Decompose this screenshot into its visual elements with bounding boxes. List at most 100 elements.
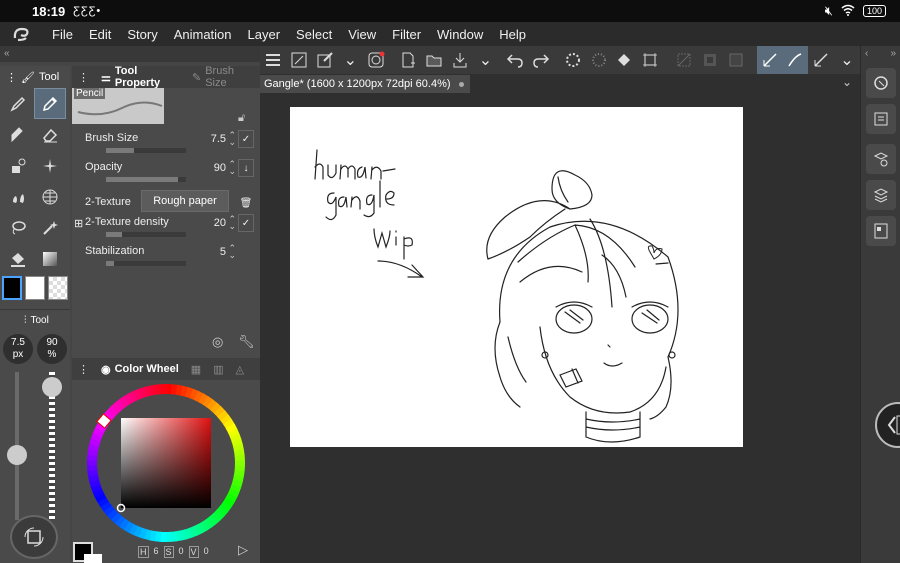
tab-tool-property[interactable]: ⚌ Tool Property [95,65,186,89]
menu-dots-icon[interactable]: ⋮ [72,71,95,84]
gradient-tool-icon[interactable] [34,243,66,274]
brush-size-bubble[interactable]: 7.5 px [3,334,33,364]
menu-layer[interactable]: Layer [240,27,289,42]
transform-button[interactable] [10,515,58,559]
trash-icon[interactable]: 🗑︎ [238,194,254,212]
edge-panel-handle[interactable] [875,402,900,448]
sub-color-swatch[interactable] [25,276,45,300]
menu-dots-icon[interactable]: ⋮ [72,363,95,376]
save-icon[interactable] [447,46,473,74]
new-file-icon[interactable] [395,46,421,74]
material-icon[interactable] [865,216,896,246]
marker-tool-icon[interactable] [2,119,34,150]
canvas-paper[interactable] [290,107,743,447]
eraser-tool-icon[interactable] [34,119,66,150]
tab-intermediate-icon[interactable]: ▥ [207,363,229,376]
lock-icon[interactable]: 🔓︎ [238,112,245,125]
main-color-swatch[interactable] [2,276,22,300]
menu-animation[interactable]: Animation [166,27,240,42]
lasso-tool-icon[interactable] [2,212,34,243]
transform-icon[interactable] [637,46,663,74]
menu-select[interactable]: Select [288,27,340,42]
stabilization-slider[interactable] [106,261,186,266]
menu-dots-icon[interactable]: ⋮ [6,71,17,84]
texture-density-slider[interactable] [106,232,186,237]
grid-snap-icon[interactable] [808,46,834,74]
app-logo-icon[interactable] [0,26,44,42]
menu-filter[interactable]: Filter [384,27,429,42]
fill-tool-icon[interactable] [2,181,34,212]
pen-snap-icon[interactable] [782,46,809,74]
spinner-icon[interactable]: ⌃ ⌄ [228,131,236,147]
brush-preview[interactable]: Pencil [72,88,164,124]
pencil-tool-icon[interactable] [34,88,66,119]
chevron-down-icon[interactable]: ⌄ [473,46,499,74]
selection-box-icon[interactable] [723,46,749,74]
pressure-toggle-icon[interactable]: ✓ [238,130,254,148]
companion-icon[interactable] [363,46,389,74]
current-sub-color[interactable] [84,554,102,563]
edit-canvas-icon[interactable] [312,46,338,74]
tab-color-wheel[interactable]: ◉ Color Wheel [95,363,185,376]
color-wheel[interactable] [72,382,260,552]
stabilization-row[interactable]: Stabilization 5 ⌃ ⌄ [76,244,258,273]
play-icon[interactable]: ▷ [238,542,248,558]
spinner-icon[interactable]: ⌃ ⌄ [228,215,236,231]
sparkle-tool-icon[interactable] [34,150,66,181]
spinner-icon[interactable]: ⌃ ⌄ [228,244,236,260]
menu-edit[interactable]: Edit [81,27,119,42]
fill-icon[interactable] [612,46,638,74]
pen-tool-icon[interactable] [2,88,34,119]
tab-approx-icon[interactable]: ◬ [230,363,250,376]
size-slider-knob[interactable] [7,445,27,465]
snap-ring-icon[interactable] [586,46,612,74]
wrench-icon[interactable]: 🔧︎ [238,334,255,350]
opacity-slider[interactable] [106,177,186,182]
loading-icon[interactable] [560,46,586,74]
magic-wand-icon[interactable] [34,212,66,243]
download-icon[interactable]: ↓ [238,159,254,177]
hamburger-icon[interactable] [260,46,286,74]
grid-tool-icon[interactable] [34,181,66,212]
tab-brush-size-label: Brush Size [205,65,234,89]
expand-icon[interactable]: ⊞ [74,217,83,230]
tab-color-set-icon[interactable]: ▦ [185,363,207,376]
spinner-icon[interactable]: ⌃ ⌄ [228,160,236,176]
system-status-bar: 18:19 ƸƸƸ• 🔇︎ 100 [0,0,900,22]
chevron-down-icon[interactable]: ⌄ [842,75,852,89]
layer-search-icon[interactable] [865,144,896,174]
blend-tool-icon[interactable] [2,150,34,181]
menu-window[interactable]: Window [429,27,491,42]
layers-icon[interactable] [865,180,896,210]
chevron-down-icon[interactable]: ⌄ [834,46,860,74]
undo-icon[interactable] [502,46,528,74]
chevron-down-icon[interactable]: ⌄ [337,46,363,74]
brush-size-row[interactable]: Brush Size 7.5 ⌃ ⌄ ✓ [76,130,258,160]
opacity-row[interactable]: Opacity 90 ⌃ ⌄ ↓ [76,159,258,189]
pressure-toggle-icon[interactable]: ✓ [238,214,254,232]
invert-selection-icon[interactable] [697,46,723,74]
clear-selection-icon[interactable] [671,46,697,74]
ruler-snap-icon[interactable] [756,46,783,74]
tab-brush-size[interactable]: ✎ Brush Size [186,65,260,89]
opacity-bubble[interactable]: 90% [37,334,67,364]
document-tab[interactable]: Gangle* (1600 x 1200px 72dpi 60.4%) [260,75,470,93]
collapse-right-icon[interactable]: ‹» [861,46,900,62]
redo-icon[interactable] [528,46,554,74]
opacity-slider-knob[interactable] [42,377,62,397]
navigator-icon[interactable] [865,68,896,98]
transparent-color-swatch[interactable] [48,276,68,300]
settings-dial-icon[interactable]: ◎ [212,334,223,350]
texture-select[interactable]: Rough paper [141,190,229,212]
texture-density-row[interactable]: ⊞ 2-Texture density 20 ⌃ ⌄ ✓ [74,214,258,244]
menu-story[interactable]: Story [119,27,165,42]
open-folder-icon[interactable] [421,46,447,74]
fit-canvas-icon[interactable] [286,46,312,74]
layer-property-icon[interactable] [865,104,896,134]
brush-size-slider[interactable] [106,148,186,153]
collapse-left-icon[interactable]: « [0,46,260,62]
menu-file[interactable]: File [44,27,81,42]
menu-view[interactable]: View [340,27,384,42]
bucket-tool-icon[interactable] [2,243,34,274]
menu-help[interactable]: Help [491,27,534,42]
